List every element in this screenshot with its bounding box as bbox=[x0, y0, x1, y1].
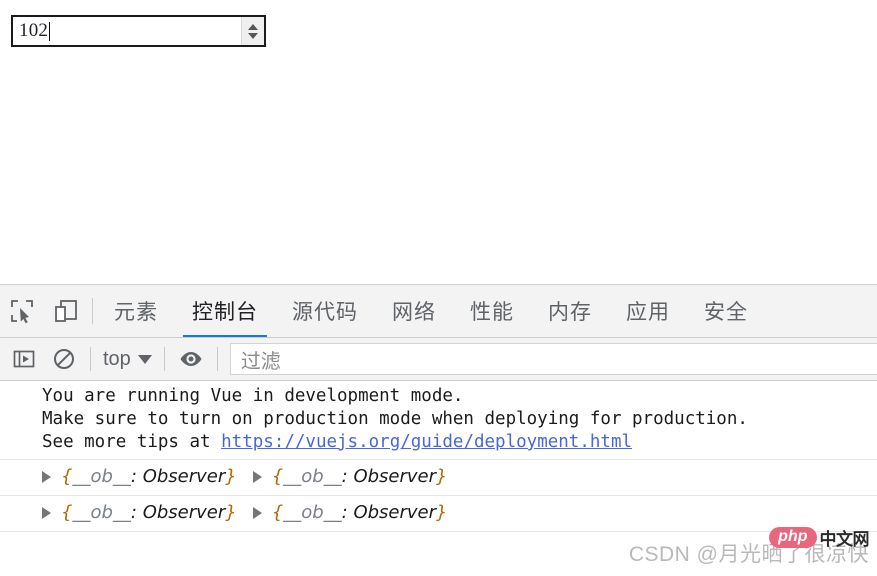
text-caret bbox=[49, 21, 51, 41]
number-input-value[interactable]: 102 bbox=[13, 17, 241, 45]
chevron-down-icon bbox=[137, 354, 152, 364]
inspect-element-icon[interactable] bbox=[0, 285, 44, 337]
tab-label: 应用 bbox=[626, 301, 670, 324]
tab-label: 元素 bbox=[114, 301, 158, 324]
object-property-key: __ob__ bbox=[283, 502, 342, 523]
object-constructor-name: Observer bbox=[142, 466, 226, 487]
console-message-line: See more tips at https://vuejs.org/guide… bbox=[0, 431, 877, 454]
disclosure-triangle-icon[interactable] bbox=[42, 507, 51, 519]
disclosure-triangle-icon[interactable] bbox=[252, 471, 262, 483]
tab-label: 内存 bbox=[548, 301, 592, 324]
tab-label: 源代码 bbox=[292, 301, 358, 324]
console-object-item[interactable]: {__ob__: Observer} bbox=[252, 500, 454, 526]
deployment-docs-link[interactable]: https://vuejs.org/guide/deployment.html bbox=[221, 432, 632, 452]
object-brace-open: { bbox=[271, 466, 284, 487]
tab-application[interactable]: 应用 bbox=[609, 285, 687, 337]
object-property-key: __ob__ bbox=[283, 466, 342, 487]
object-preview: {__ob__: Observer} bbox=[272, 500, 448, 526]
object-colon: : bbox=[130, 502, 143, 523]
number-input-text: 102 bbox=[19, 20, 49, 41]
console-object-item[interactable]: {__ob__: Observer} bbox=[42, 464, 243, 490]
devtools-panel: 元素 控制台 源代码 网络 性能 内存 应用 安全 top 过滤 You are… bbox=[0, 285, 877, 576]
object-brace-close: } bbox=[436, 502, 448, 523]
tab-label: 控制台 bbox=[192, 301, 258, 324]
console-message-observer-row[interactable]: {__ob__: Observer} {__ob__: Observer} bbox=[0, 496, 877, 532]
number-input-spinner[interactable] bbox=[241, 17, 264, 45]
object-preview: {__ob__: Observer} bbox=[272, 464, 448, 490]
object-brace-close: } bbox=[225, 502, 237, 523]
object-brace-close: } bbox=[225, 466, 237, 487]
toolbar-divider bbox=[92, 298, 93, 324]
tab-network[interactable]: 网络 bbox=[375, 285, 453, 337]
console-filter-input[interactable]: 过滤 bbox=[229, 343, 877, 375]
console-toolbar: top 过滤 bbox=[0, 338, 877, 381]
number-input[interactable]: 102 bbox=[11, 15, 266, 47]
object-preview: {__ob__: Observer} bbox=[61, 464, 237, 490]
console-toolbar-divider bbox=[163, 347, 165, 371]
object-brace-open: { bbox=[61, 502, 73, 523]
object-colon: : bbox=[341, 502, 354, 523]
tab-performance[interactable]: 性能 bbox=[453, 285, 531, 337]
console-message-line: Make sure to turn on production mode whe… bbox=[42, 409, 748, 429]
console-sidebar-icon[interactable] bbox=[4, 338, 44, 381]
object-property-key: __ob__ bbox=[72, 502, 131, 523]
disclosure-triangle-icon[interactable] bbox=[42, 471, 51, 483]
object-colon: : bbox=[130, 466, 143, 487]
object-constructor-name: Observer bbox=[142, 502, 226, 523]
console-object-line: {__ob__: Observer} {__ob__: Observer} bbox=[0, 464, 877, 490]
console-context-label: top bbox=[103, 347, 131, 370]
tab-label: 网络 bbox=[392, 301, 436, 324]
console-message-line: You are running Vue in development mode. bbox=[42, 386, 464, 406]
eye-icon[interactable] bbox=[171, 338, 211, 381]
clear-console-icon[interactable] bbox=[44, 338, 84, 381]
console-toolbar-divider bbox=[90, 347, 91, 371]
device-toolbar-icon[interactable] bbox=[44, 285, 88, 337]
tab-console[interactable]: 控制台 bbox=[175, 285, 275, 337]
console-object-line: {__ob__: Observer} {__ob__: Observer} bbox=[0, 500, 877, 526]
tab-elements[interactable]: 元素 bbox=[97, 285, 175, 337]
object-colon: : bbox=[341, 466, 354, 487]
tab-label: 性能 bbox=[470, 301, 514, 324]
tab-label: 安全 bbox=[704, 301, 748, 324]
object-constructor-name: Observer bbox=[353, 466, 437, 487]
object-constructor-name: Observer bbox=[353, 502, 437, 523]
object-property-key: __ob__ bbox=[72, 466, 131, 487]
tab-sources[interactable]: 源代码 bbox=[275, 285, 375, 337]
triangle-up-icon[interactable] bbox=[248, 23, 258, 30]
console-toolbar-divider bbox=[216, 347, 218, 371]
console-context-selector[interactable]: top bbox=[97, 348, 158, 371]
object-brace-close: } bbox=[436, 466, 448, 487]
devtools-tabbar: 元素 控制台 源代码 网络 性能 内存 应用 安全 bbox=[0, 285, 877, 338]
console-object-item[interactable]: {__ob__: Observer} bbox=[42, 500, 243, 526]
page-viewport: 102 bbox=[0, 0, 877, 285]
object-preview: {__ob__: Observer} bbox=[61, 500, 237, 526]
tab-memory[interactable]: 内存 bbox=[531, 285, 609, 337]
console-output: You are running Vue in development mode.… bbox=[0, 381, 877, 576]
console-filter-placeholder: 过滤 bbox=[240, 350, 281, 373]
console-message-observer-row[interactable]: {__ob__: Observer} {__ob__: Observer} bbox=[0, 460, 877, 496]
console-message-text: See more tips at bbox=[42, 432, 222, 452]
console-message-vue-warning[interactable]: You are running Vue in development mode.… bbox=[0, 381, 877, 460]
triangle-down-icon[interactable] bbox=[248, 32, 258, 39]
console-object-item[interactable]: {__ob__: Observer} bbox=[252, 464, 454, 490]
tab-security[interactable]: 安全 bbox=[687, 285, 765, 337]
object-brace-open: { bbox=[61, 466, 73, 487]
object-brace-open: { bbox=[271, 502, 284, 523]
disclosure-triangle-icon[interactable] bbox=[252, 507, 262, 519]
